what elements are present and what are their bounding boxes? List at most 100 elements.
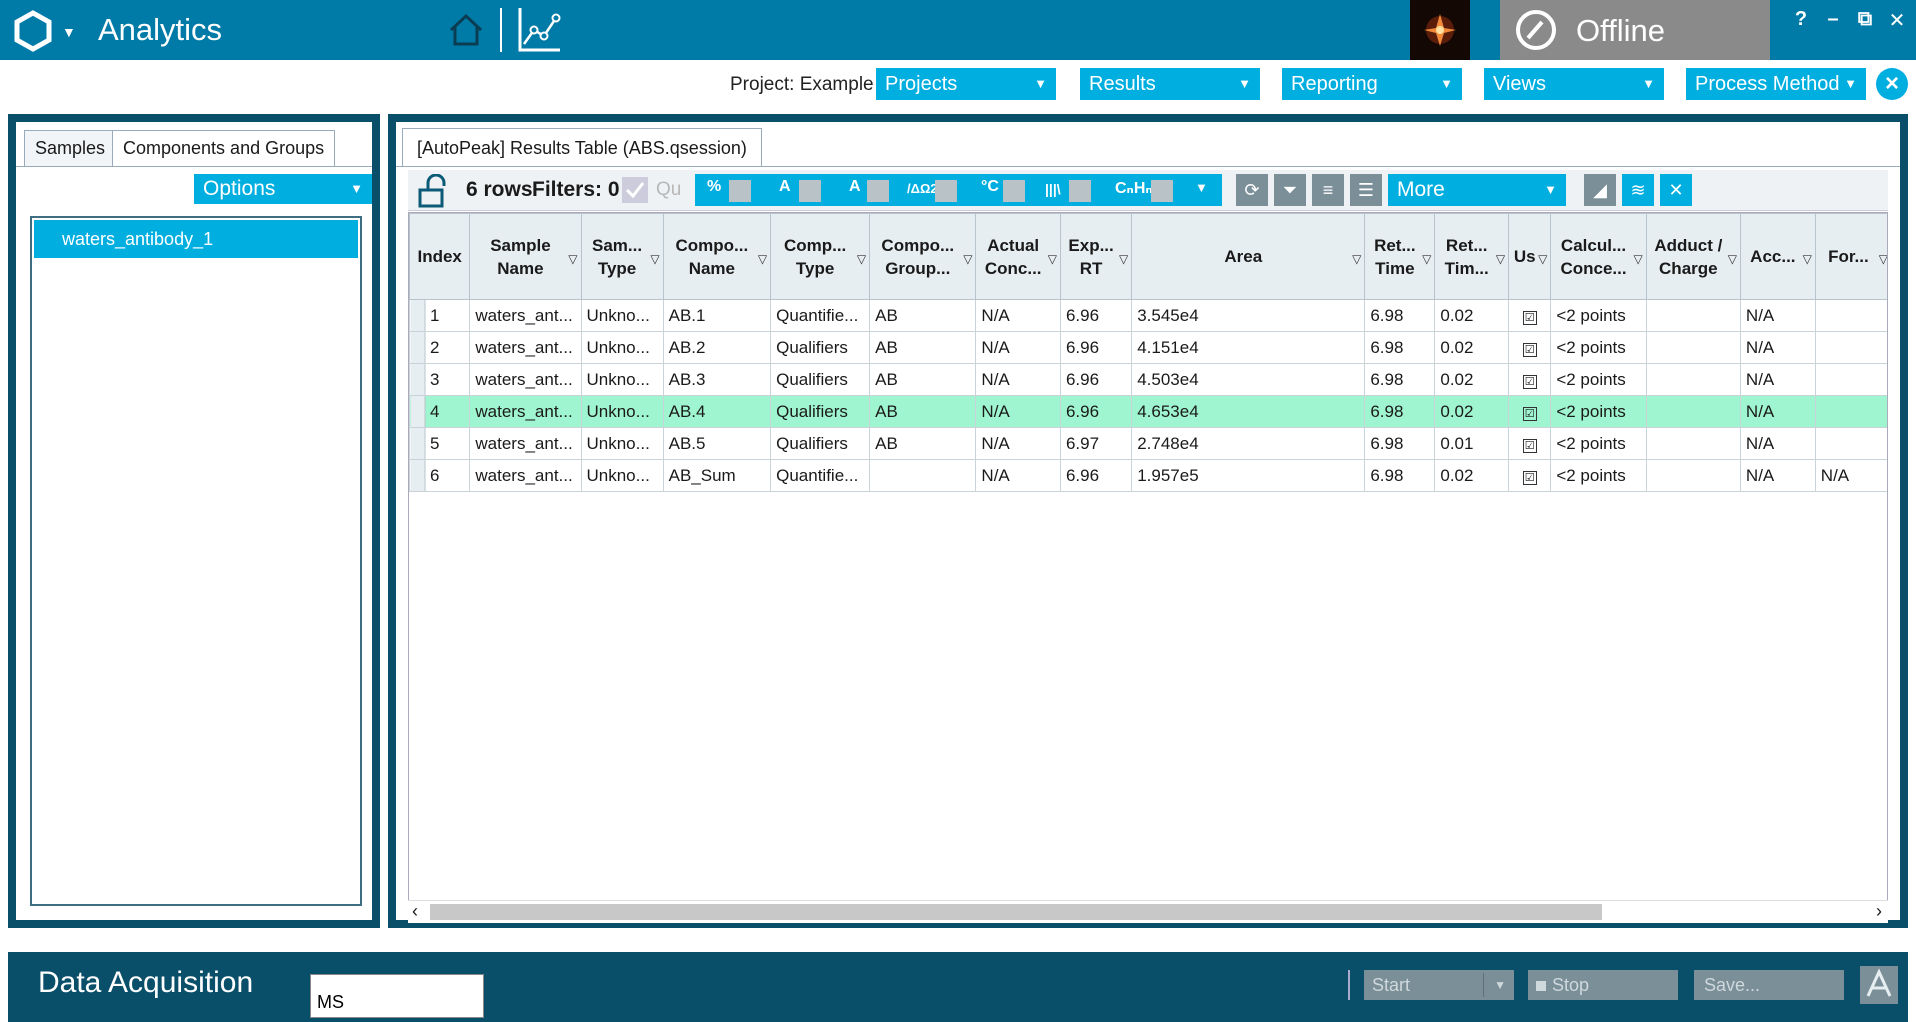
table-cell[interactable]: 0.02 — [1434, 299, 1510, 332]
table-cell[interactable]: Qualifiers — [770, 331, 871, 364]
table-cell[interactable]: 6.98 — [1364, 427, 1436, 460]
table-cell[interactable] — [1645, 363, 1741, 396]
tab-samples[interactable]: Samples — [24, 130, 117, 166]
corner-expand-icon[interactable]: ◢ — [1584, 174, 1616, 206]
use-checkbox-cell[interactable]: ☑ — [1508, 363, 1552, 396]
column-filter-icon[interactable]: ▽ — [857, 248, 866, 271]
table-cell[interactable]: AB.5 — [662, 427, 772, 460]
align-filter-icon[interactable]: ☰ — [1350, 174, 1382, 206]
projects-menu[interactable]: Projects ▼ — [876, 68, 1056, 100]
table-cell[interactable]: 0.01 — [1434, 427, 1510, 460]
table-cell[interactable]: Unkno... — [580, 427, 664, 460]
column-header[interactable]: Sam... Type ▽ — [580, 213, 664, 300]
table-cell[interactable]: AB — [869, 427, 977, 460]
percent-toggle[interactable] — [729, 180, 751, 202]
table-row[interactable]: 6 waters_ant... Unkno... AB_Sum Quantifie...… — [409, 459, 1887, 492]
connection-status-panel[interactable]: Offline — [1500, 0, 1770, 60]
column-filter-icon[interactable]: ▽ — [1496, 248, 1505, 271]
close-circle-icon[interactable]: × — [1876, 68, 1908, 100]
table-cell[interactable]: 4.653e4 — [1131, 395, 1366, 428]
analytics-chart-icon[interactable] — [514, 4, 564, 56]
table-cell[interactable]: waters_ant... — [469, 331, 582, 364]
column-header[interactable]: Calcul... Conce... ▽ — [1550, 213, 1647, 300]
column-header[interactable]: Exp... RT ▽ — [1059, 213, 1133, 300]
table-cell[interactable] — [1814, 299, 1887, 332]
adduct-plus-toggle[interactable] — [867, 180, 889, 202]
table-cell[interactable]: <2 points — [1550, 331, 1647, 364]
table-cell[interactable]: AB — [869, 363, 977, 396]
table-cell[interactable]: waters_ant... — [469, 427, 582, 460]
tab-components-and-groups[interactable]: Components and Groups — [112, 130, 336, 166]
filter-icon[interactable]: ⏷ — [1274, 174, 1306, 206]
table-cell[interactable]: Unkno... — [580, 299, 664, 332]
sample-list[interactable]: waters_antibody_1 — [30, 216, 362, 906]
mass-error-toggle[interactable] — [935, 180, 957, 202]
column-filter-icon[interactable]: ▽ — [1352, 248, 1361, 271]
temperature-icon[interactable]: °C — [981, 178, 999, 196]
start-button[interactable]: Start ▼ — [1364, 970, 1514, 1000]
isotope-icon[interactable]: |||\ — [1045, 181, 1061, 197]
adduct-toggle[interactable] — [799, 180, 821, 202]
table-cell[interactable]: N/A — [1739, 331, 1816, 364]
unlock-icon[interactable] — [416, 174, 450, 208]
table-cell[interactable]: AB — [869, 395, 977, 428]
column-header[interactable]: Area ▽ — [1131, 213, 1366, 300]
column-filter-icon[interactable]: ▽ — [1048, 248, 1057, 271]
row-index-cell[interactable]: 5 — [409, 427, 471, 460]
table-cell[interactable]: AB — [869, 299, 977, 332]
table-cell[interactable]: <2 points — [1550, 299, 1647, 332]
table-row[interactable]: 4 waters_ant... Unkno... AB.4 Qualifiers AB N/… — [409, 395, 1887, 428]
table-cell[interactable] — [1645, 395, 1741, 428]
table-row[interactable]: 5 waters_ant... Unkno... AB.5 Qualifiers AB N/… — [409, 427, 1887, 460]
restore-icon[interactable]: ⧉ — [1854, 8, 1876, 33]
adduct-plus-icon[interactable]: A — [849, 178, 861, 196]
table-cell[interactable]: 6.97 — [1059, 427, 1133, 460]
use-checkbox-cell[interactable]: ☑ — [1508, 299, 1552, 332]
table-cell[interactable]: 4.503e4 — [1131, 363, 1366, 396]
column-filter-icon[interactable]: ▽ — [1633, 248, 1642, 271]
table-row[interactable]: 1 waters_ant... Unkno... AB.1 Quantifie... AB… — [409, 299, 1887, 332]
use-checkbox-cell[interactable]: ☑ — [1508, 331, 1552, 364]
results-table[interactable]: Index Sample Name ▽ Sam... Type ▽ Compo... Na… — [408, 212, 1888, 922]
column-header[interactable]: Sample Name ▽ — [469, 213, 582, 300]
table-cell[interactable]: N/A — [1739, 459, 1816, 492]
table-cell[interactable]: Unkno... — [580, 331, 664, 364]
column-header[interactable]: For... ▽ — [1814, 213, 1887, 300]
column-filter-icon[interactable]: ▽ — [1422, 248, 1431, 271]
table-cell[interactable]: 6.96 — [1059, 299, 1133, 332]
table-cell[interactable]: waters_ant... — [469, 395, 582, 428]
table-cell[interactable] — [1814, 427, 1887, 460]
table-cell[interactable]: N/A — [975, 299, 1061, 332]
table-cell[interactable]: N/A — [1739, 299, 1816, 332]
views-menu[interactable]: Views ▼ — [1484, 68, 1664, 100]
column-header[interactable]: Index — [409, 213, 471, 300]
isotope-toggle[interactable] — [1069, 180, 1091, 202]
scrollbar-thumb[interactable] — [430, 904, 1602, 920]
table-cell[interactable]: waters_ant... — [469, 299, 582, 332]
use-checkbox-cell[interactable]: ☑ — [1508, 427, 1552, 460]
align-center-icon[interactable]: ≡ — [1312, 174, 1344, 206]
results-menu[interactable]: Results ▼ — [1080, 68, 1260, 100]
table-cell[interactable]: Qualifiers — [770, 363, 871, 396]
table-cell[interactable]: <2 points — [1550, 427, 1647, 460]
table-cell[interactable] — [1814, 331, 1887, 364]
row-index-cell[interactable]: 4 — [409, 395, 471, 428]
table-cell[interactable]: AB.1 — [662, 299, 772, 332]
table-cell[interactable]: N/A — [975, 459, 1061, 492]
table-cell[interactable]: 6.98 — [1364, 331, 1436, 364]
home-icon[interactable] — [446, 10, 486, 50]
refresh-icon[interactable]: ⟳ — [1236, 174, 1268, 206]
scroll-left-icon[interactable]: ‹ — [412, 901, 418, 922]
app-menu-chevron-icon[interactable]: ▼ — [62, 24, 76, 40]
column-header[interactable]: Compo... Name ▽ — [662, 213, 772, 300]
table-cell[interactable]: <2 points — [1550, 363, 1647, 396]
column-header[interactable]: Acc... ▽ — [1739, 213, 1816, 300]
use-checkbox-cell[interactable]: ☑ — [1508, 459, 1552, 492]
column-filter-icon[interactable]: ▽ — [758, 248, 767, 271]
use-checkbox[interactable]: ☑ — [1522, 470, 1537, 485]
table-cell[interactable]: N/A — [1739, 395, 1816, 428]
column-header[interactable]: Comp... Type ▽ — [770, 213, 871, 300]
column-header[interactable]: Ret... Time ▽ — [1364, 213, 1436, 300]
options-dropdown[interactable]: Options ▼ — [194, 174, 372, 204]
close-window-icon[interactable]: ✕ — [1886, 8, 1908, 33]
